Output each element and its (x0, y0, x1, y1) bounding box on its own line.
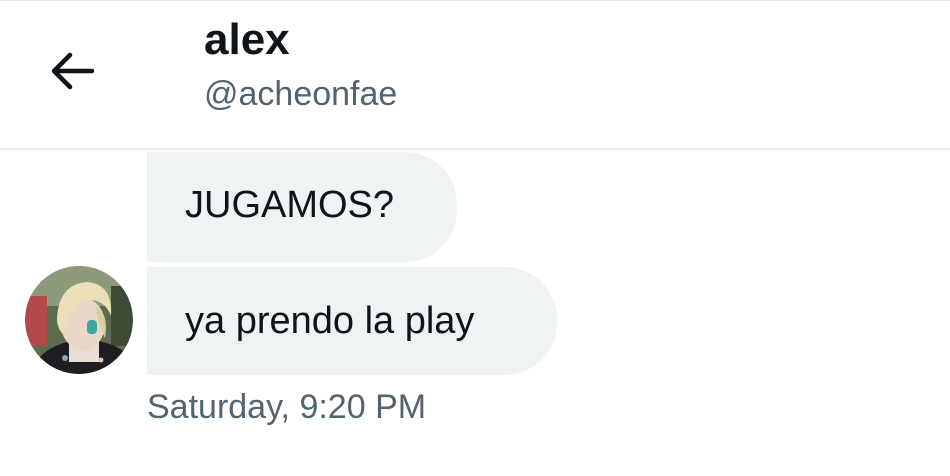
message-bubble[interactable]: JUGAMOS? (147, 152, 457, 262)
profile-name[interactable]: alex (204, 13, 290, 67)
header-divider (0, 148, 950, 150)
avatar[interactable] (25, 266, 133, 374)
message-bubble[interactable]: ya prendo la play (147, 267, 557, 375)
message-text: ya prendo la play (185, 300, 475, 342)
back-button[interactable] (36, 35, 108, 107)
arrow-left-icon (51, 52, 95, 90)
conversation-header: alex @acheonfae (0, 1, 950, 148)
message-text: JUGAMOS? (185, 184, 395, 226)
user-avatar-icon (25, 266, 133, 374)
profile-handle[interactable]: @acheonfae (204, 73, 397, 115)
message-timestamp: Saturday, 9:20 PM (147, 388, 427, 426)
